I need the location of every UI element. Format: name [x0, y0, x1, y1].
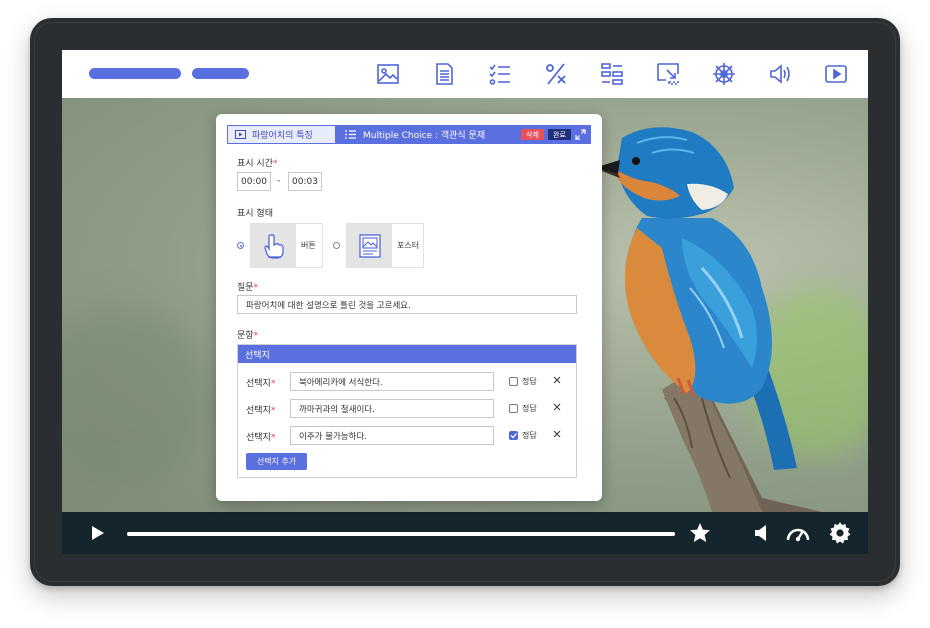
video-icon[interactable]: [820, 59, 852, 89]
items-label: 문항*: [237, 331, 259, 341]
radio-poster-type[interactable]: [333, 242, 340, 249]
question-label: 질문*: [237, 283, 259, 293]
progress-fill: [127, 532, 675, 536]
settings-gear-icon[interactable]: [826, 520, 854, 546]
title-placeholder-bar: [89, 68, 181, 79]
option-label: 선택지*: [246, 406, 276, 416]
checkmark-icon: [510, 433, 517, 439]
expand-icon[interactable]: [575, 129, 586, 140]
progress-bar[interactable]: [127, 532, 675, 536]
display-time-label: 표시 시간*: [237, 159, 278, 169]
poster-icon: [358, 233, 381, 258]
layout-icon[interactable]: [596, 59, 628, 89]
correct-checkbox-checked[interactable]: [509, 431, 518, 440]
end-time-field[interactable]: 00:03: [288, 172, 322, 191]
question-input[interactable]: 파랑어치에 대한 설명으로 틀린 것을 고르세요.: [237, 295, 577, 314]
image-icon[interactable]: [372, 59, 404, 89]
tab-chapter-label: 파랑어치의 특징: [252, 131, 313, 141]
remove-option-icon[interactable]: [552, 429, 562, 439]
play-icon[interactable]: [86, 522, 108, 544]
tab-question-type[interactable]: Multiple Choice : 객관식 문제: [336, 125, 485, 144]
document-icon[interactable]: [428, 59, 460, 89]
speaker-icon[interactable]: [750, 521, 774, 545]
play-box-icon: [235, 130, 246, 139]
player-control-bar: [62, 512, 868, 554]
remove-option-icon[interactable]: [552, 375, 562, 385]
checklist-icon[interactable]: [484, 59, 516, 89]
correct-label: 정답: [522, 377, 537, 386]
poster-type-card[interactable]: 포스터: [346, 223, 424, 268]
correct-checkbox[interactable]: [509, 377, 518, 386]
button-type-label: 버튼: [301, 241, 316, 250]
delete-button[interactable]: 삭제: [521, 129, 544, 140]
option-label: 선택지*: [246, 433, 276, 443]
time-separator: -: [277, 176, 281, 186]
percent-icon[interactable]: [540, 59, 572, 89]
add-option-button[interactable]: 선택지 추가: [246, 453, 307, 470]
correct-label: 정답: [522, 404, 537, 413]
display-type-label: 표시 형태: [237, 209, 273, 219]
start-time-field[interactable]: 00:00: [237, 172, 271, 191]
resize-icon[interactable]: [652, 59, 684, 89]
options-header: 선택지: [238, 345, 576, 363]
tab-chapter[interactable]: 파랑어치의 특징: [227, 125, 336, 144]
correct-checkbox[interactable]: [509, 404, 518, 413]
option-input[interactable]: 북아메리카에 서식한다.: [290, 372, 494, 391]
remove-option-icon[interactable]: [552, 402, 562, 412]
option-row: 선택지* 북아메리카에 서식한다. 정답: [238, 372, 576, 392]
correct-label: 정답: [522, 431, 537, 440]
options-panel: 선택지 선택지* 북아메리카에 서식한다. 정답 선택지* 까마귀과의 철새이다…: [237, 344, 577, 478]
radio-button-type[interactable]: [237, 242, 244, 249]
quiz-editor-dialog: 파랑어치의 특징 Multiple Choice : 객관식 문제 삭제 완료 …: [216, 114, 602, 501]
subtitle-placeholder-bar: [192, 68, 249, 79]
option-row: 선택지* 이주가 불가능하다. 정답: [238, 426, 576, 446]
option-input[interactable]: 이주가 불가능하다.: [290, 426, 494, 445]
button-preview: [251, 224, 296, 267]
poster-preview: [347, 224, 392, 267]
dialog-header: 파랑어치의 특징 Multiple Choice : 객관식 문제 삭제 완료: [227, 125, 591, 144]
option-label: 선택지*: [246, 379, 276, 389]
speedometer-icon[interactable]: [784, 520, 812, 546]
hand-pointer-icon: [263, 233, 284, 259]
list-icon: [345, 130, 356, 139]
done-button[interactable]: 완료: [548, 129, 571, 140]
top-toolbar: [62, 50, 868, 98]
button-type-card[interactable]: 버튼: [250, 223, 323, 268]
helm-icon[interactable]: [708, 59, 740, 89]
tab-question-type-label: Multiple Choice : 객관식 문제: [363, 131, 486, 141]
poster-type-label: 포스터: [397, 241, 420, 250]
option-input[interactable]: 까마귀과의 철새이다.: [290, 399, 494, 418]
option-row: 선택지* 까마귀과의 철새이다. 정답: [238, 399, 576, 419]
star-icon[interactable]: [687, 520, 713, 546]
volume-icon[interactable]: [764, 59, 796, 89]
